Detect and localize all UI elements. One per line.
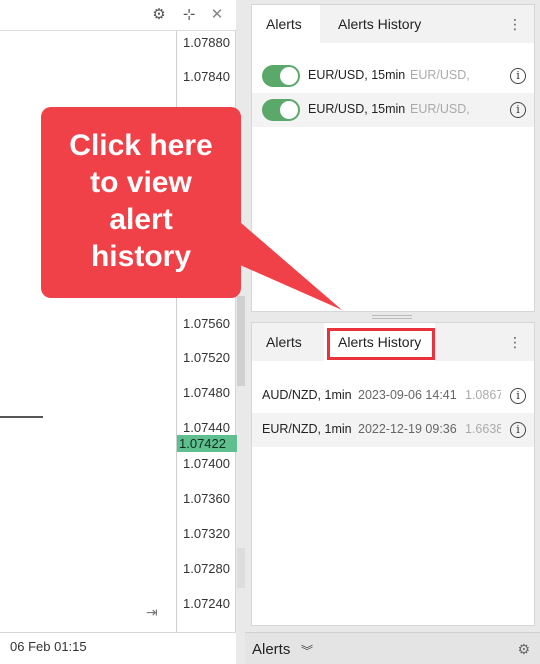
price-tick: 1.07360 [183, 491, 230, 506]
time-label: 06 Feb 01:15 [10, 639, 87, 654]
alert-row[interactable]: EUR/USD, 15min EUR/USD, 1 i [252, 59, 534, 93]
callout-line: history [90, 240, 192, 273]
price-tick: 1.07440 [183, 420, 230, 435]
alert-meta: EUR/USD, 1 [410, 68, 472, 82]
history-row[interactable]: EUR/NZD, 1min 2022-12-19 09:36 1.6638 i [252, 413, 534, 447]
info-icon[interactable]: i [510, 68, 526, 84]
history-row[interactable]: AUD/NZD, 1min 2023-09-06 14:41 1.0867 i [252, 379, 534, 413]
gear-icon[interactable]: ⚙ [150, 6, 168, 24]
price-tick: 1.07880 [183, 35, 230, 50]
price-tick: 1.07400 [183, 456, 230, 471]
alert-title: EUR/USD, 15min [308, 68, 406, 82]
current-price-badge: 1.07422 [177, 435, 237, 452]
price-line [0, 416, 43, 418]
history-title: EUR/NZD, 1min [262, 422, 352, 436]
alerts-footer[interactable]: Alerts ︾ ⚙ [245, 632, 540, 664]
tab-bar: Alerts Alerts History ⋮ [252, 5, 534, 43]
chart-scrollbar[interactable] [237, 296, 245, 386]
history-date: 2023-09-06 14:41 [358, 388, 457, 402]
alerts-panel-bottom: Alerts Alerts History ⋮ AUD/NZD, 1min 20… [251, 322, 535, 626]
info-icon[interactable]: i [510, 102, 526, 118]
price-tick: 1.07480 [183, 385, 230, 400]
price-tick: 1.07320 [183, 526, 230, 541]
callout-annotation: Click here to view alert history [41, 107, 241, 298]
history-title: AUD/NZD, 1min [262, 388, 352, 402]
more-icon[interactable]: ⋮ [508, 16, 522, 33]
callout-line: alert [109, 203, 173, 236]
alerts-panel-top: Alerts Alerts History ⋮ EUR/USD, 15min E… [251, 4, 535, 312]
tab-alerts[interactable]: Alerts [252, 323, 320, 361]
price-tick: 1.07520 [183, 350, 230, 365]
alert-meta: EUR/USD, 1 [410, 102, 472, 116]
callout-line: Click here [69, 129, 213, 162]
history-value: 1.0867 [465, 388, 501, 402]
price-tick: 1.07280 [183, 561, 230, 576]
chart-area[interactable]: ⚙ ⊹ ✕ 1.07880 1.07840 1.07560 1.07520 1.… [0, 0, 237, 632]
more-icon[interactable]: ⋮ [508, 334, 522, 351]
chevron-down-icon[interactable]: ︾ [301, 642, 313, 659]
scroll-to-end-icon[interactable]: ⇥ [146, 604, 158, 621]
chart-scrollbar-lower[interactable] [237, 548, 245, 588]
close-icon[interactable]: ✕ [208, 6, 226, 24]
tab-highlight [327, 328, 435, 360]
collapse-icon[interactable]: ⊹ [180, 6, 198, 24]
price-tick: 1.07240 [183, 596, 230, 611]
alert-title: EUR/USD, 15min [308, 102, 406, 116]
alert-row[interactable]: EUR/USD, 15min EUR/USD, 1 i [252, 93, 534, 127]
callout-text: Click here to view alert history [41, 127, 241, 275]
alert-toggle[interactable] [262, 65, 300, 87]
tab-alerts[interactable]: Alerts [252, 5, 320, 43]
gear-icon[interactable]: ⚙ [517, 641, 530, 658]
price-tick: 1.07560 [183, 316, 230, 331]
price-tick: 1.07840 [183, 69, 230, 84]
tab-alerts-history[interactable]: Alerts History [324, 5, 435, 43]
chart-toolbar: ⚙ ⊹ ✕ [0, 0, 236, 31]
callout-line: to view [90, 166, 192, 199]
panel-resize-handle[interactable] [372, 315, 412, 319]
alert-toggle[interactable] [262, 99, 300, 121]
info-icon[interactable]: i [510, 388, 526, 404]
history-value: 1.6638 [465, 422, 501, 436]
info-icon[interactable]: i [510, 422, 526, 438]
footer-title: Alerts [252, 641, 291, 658]
time-axis: 06 Feb 01:15 [0, 632, 236, 664]
history-date: 2022-12-19 09:36 [358, 422, 457, 436]
